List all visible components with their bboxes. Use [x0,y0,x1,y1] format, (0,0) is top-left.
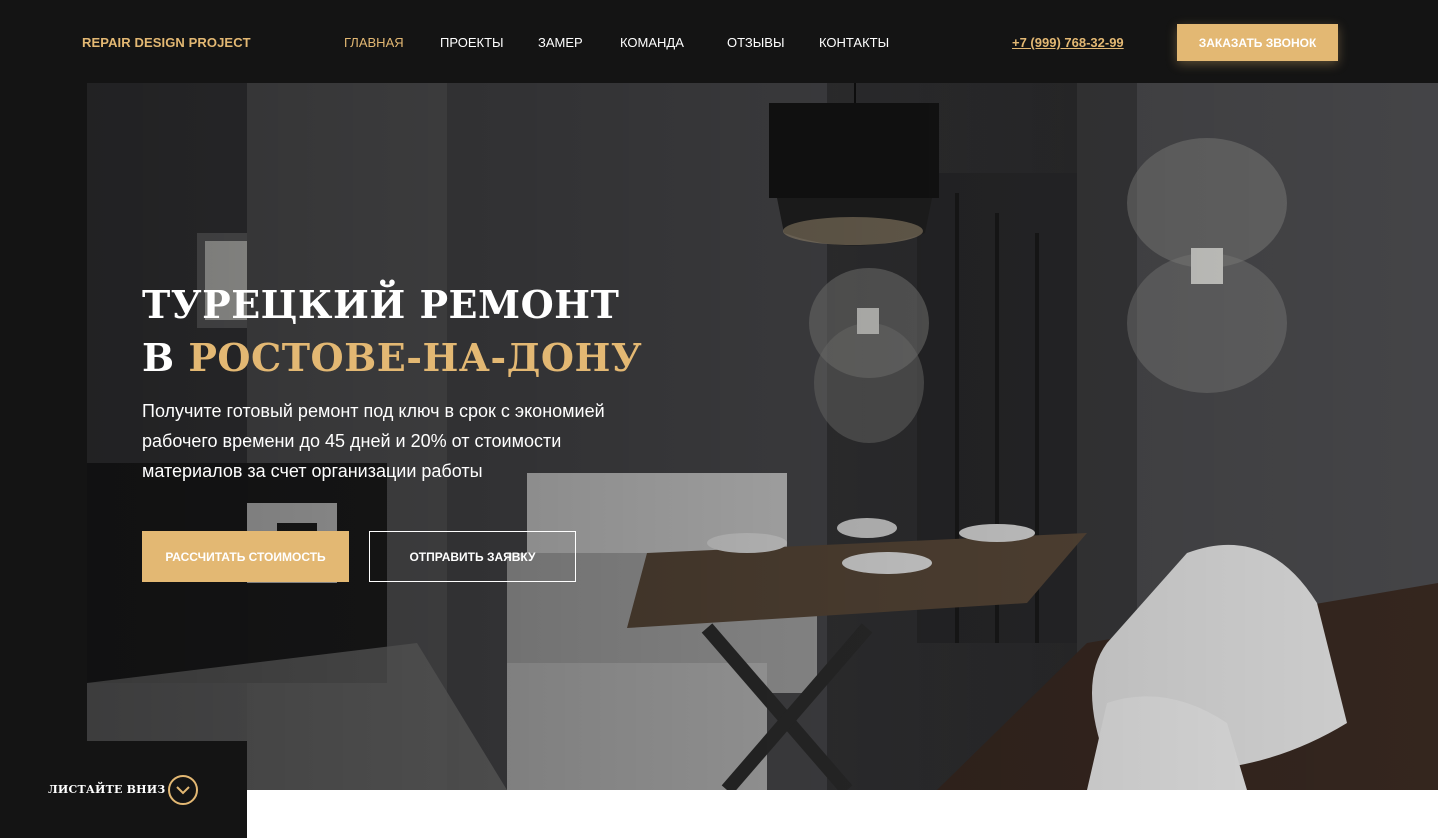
nav-item-projects[interactable]: ПРОЕКТЫ [440,35,504,50]
nav-item-home[interactable]: ГЛАВНАЯ [344,35,404,50]
scroll-down-block[interactable]: ЛИСТАЙТЕ ВНИЗ [0,741,247,838]
phone-link[interactable]: +7 (999) 768-32-99 [1012,35,1124,50]
hero-title-prefix: В [142,335,175,380]
left-dark-strip [0,0,87,790]
hero-subtitle: Получите готовый ремонт под ключ в срок … [142,401,605,481]
site-header: REPAIR DESIGN PROJECT ГЛАВНАЯ ПРОЕКТЫ ЗА… [0,0,1438,83]
chevron-down-icon[interactable] [168,775,198,805]
nav-item-measure[interactable]: ЗАМЕР [538,35,583,50]
calculate-cost-button[interactable]: РАССЧИТАТЬ СТОИМОСТЬ [142,531,349,582]
hero-title-line1: ТУРЕЦКИЙ РЕМОНТ [142,282,620,327]
nav-item-reviews[interactable]: ОТЗЫВЫ [727,35,784,50]
send-request-button[interactable]: ОТПРАВИТЬ ЗАЯВКУ [369,531,576,582]
order-call-button[interactable]: ЗАКАЗАТЬ ЗВОНОК [1177,24,1338,61]
hero-title-city: РОСТОВЕ-НА-ДОНУ [188,335,643,380]
nav-item-contacts[interactable]: КОНТАКТЫ [819,35,889,50]
hero-title: ТУРЕЦКИЙ РЕМОНТ В РОСТОВЕ-НА-ДОНУ [142,278,642,384]
nav-item-team[interactable]: КОМАНДА [620,35,684,50]
scroll-down-label: ЛИСТАЙТЕ ВНИЗ [48,783,166,796]
